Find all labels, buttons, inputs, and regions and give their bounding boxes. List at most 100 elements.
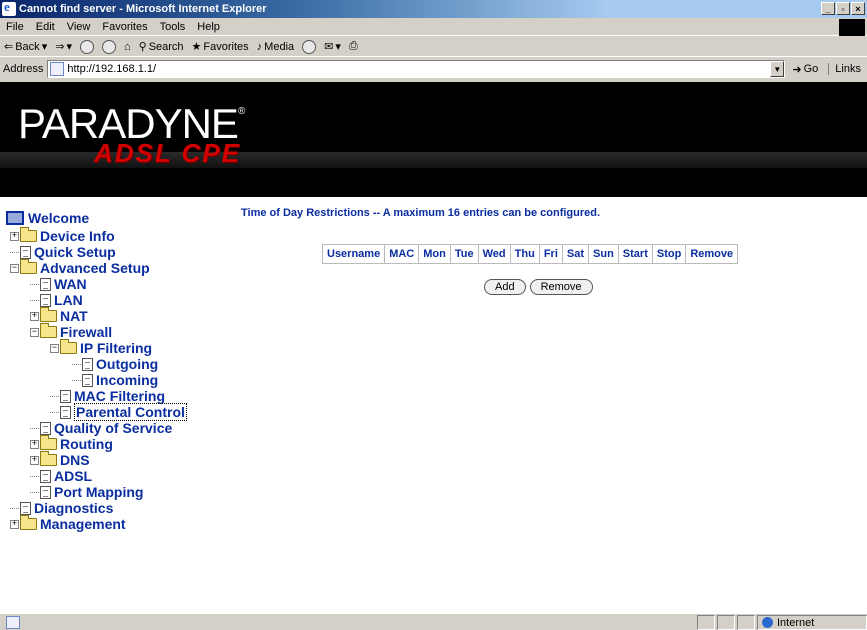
column-header: Mon xyxy=(418,244,451,264)
page-icon xyxy=(82,357,93,371)
window-title: Cannot find server - Microsoft Internet … xyxy=(19,3,267,15)
page-status-icon xyxy=(6,615,20,629)
nav-tree: Welcome + Device Info Quick Setup − Advanc… xyxy=(6,210,226,532)
history-icon xyxy=(302,39,317,54)
status-panes: Internet xyxy=(695,615,867,630)
address-bar: Address http://192.168.1.1/ ▼ ➜ Go Links xyxy=(0,58,867,80)
folder-open-icon xyxy=(40,323,57,338)
page-icon xyxy=(60,405,71,419)
nav-item-parental-control[interactable]: Parental Control xyxy=(6,403,226,421)
folder-icon xyxy=(40,307,57,322)
page-icon xyxy=(60,389,71,403)
menu-view[interactable]: View xyxy=(61,21,97,33)
menu-help[interactable]: Help xyxy=(191,21,226,33)
home-button[interactable]: ⌂ xyxy=(124,41,131,53)
favorites-button[interactable]: ★ Favorites xyxy=(192,40,249,54)
nav-item-routing[interactable]: + Routing xyxy=(6,435,226,452)
address-url: http://192.168.1.1/ xyxy=(67,63,157,75)
forward-button[interactable]: ⇒ ▾ xyxy=(55,40,72,53)
forward-arrow-icon: ⇒ xyxy=(55,41,65,53)
nav-item-dns[interactable]: + DNS xyxy=(6,451,226,468)
nav-item-ip-filtering[interactable]: − IP Filtering xyxy=(6,339,226,356)
nav-item-firewall[interactable]: − Firewall xyxy=(6,323,226,340)
collapse-icon[interactable]: − xyxy=(10,263,19,273)
column-header: Thu xyxy=(509,244,540,264)
page-icon xyxy=(40,421,51,435)
back-arrow-icon: ⇐ xyxy=(4,41,14,53)
nav-item-diagnostics[interactable]: Diagnostics xyxy=(6,500,226,516)
address-field[interactable]: http://192.168.1.1/ xyxy=(47,60,786,78)
table-header-row: Username MAC Mon Tue Wed Thu Fri Sat Sun… xyxy=(321,244,739,264)
page-icon xyxy=(40,277,51,291)
nav-item-welcome[interactable]: Welcome xyxy=(6,210,226,226)
nav-item-nat[interactable]: + NAT xyxy=(6,307,226,324)
windows-logo-icon xyxy=(839,19,865,36)
mail-button[interactable]: ✉ ▾ xyxy=(324,40,341,53)
nav-item-port-mapping[interactable]: Port Mapping xyxy=(6,484,226,500)
stop-button[interactable] xyxy=(79,39,94,54)
page-icon xyxy=(50,62,65,76)
monitor-icon xyxy=(6,211,24,225)
security-zone: Internet xyxy=(757,615,867,630)
add-button[interactable]: Add xyxy=(484,279,526,295)
media-icon: ♪ xyxy=(256,40,263,53)
header-banner: PARADYNE® ADSL CPE xyxy=(0,82,867,197)
page-icon xyxy=(82,373,93,387)
media-button[interactable]: ♪ Media xyxy=(257,41,294,53)
nav-item-lan[interactable]: LAN xyxy=(6,292,226,308)
nav-item-quick-setup[interactable]: Quick Setup xyxy=(6,244,226,260)
expand-icon[interactable]: + xyxy=(10,231,19,241)
minimize-button[interactable]: _ xyxy=(821,2,835,15)
stop-icon xyxy=(79,39,94,54)
expand-icon[interactable]: + xyxy=(30,439,39,449)
expand-icon[interactable]: + xyxy=(30,455,39,465)
menu-tools[interactable]: Tools xyxy=(154,21,192,33)
print-icon: ⎙ xyxy=(348,40,358,52)
nav-item-adsl[interactable]: ADSL xyxy=(6,468,226,484)
expand-icon[interactable]: + xyxy=(10,519,19,529)
collapse-icon[interactable]: − xyxy=(30,327,39,337)
links-button[interactable]: Links xyxy=(828,63,861,75)
page-icon xyxy=(20,245,31,259)
column-header: Stop xyxy=(651,244,687,264)
column-header: Wed xyxy=(477,244,511,264)
collapse-icon[interactable]: − xyxy=(50,343,59,353)
maximize-button[interactable]: ▫ xyxy=(836,2,850,15)
menu-file[interactable]: File xyxy=(0,21,30,33)
address-label: Address xyxy=(3,63,44,75)
folder-icon xyxy=(40,435,57,450)
history-button[interactable] xyxy=(302,39,317,54)
nav-item-management[interactable]: + Management xyxy=(6,515,226,532)
nav-item-incoming[interactable]: Incoming xyxy=(6,372,226,388)
action-buttons: Add Remove xyxy=(484,279,593,295)
page-icon xyxy=(40,485,51,499)
nav-item-advanced-setup[interactable]: − Advanced Setup xyxy=(6,259,226,276)
print-button[interactable]: ⎙ xyxy=(349,40,358,53)
remove-button[interactable]: Remove xyxy=(529,279,593,295)
go-button[interactable]: ➜ Go xyxy=(792,63,818,76)
expand-icon[interactable]: + xyxy=(30,311,39,321)
address-dropdown-button[interactable]: ▼ xyxy=(770,61,785,77)
nav-item-quality-of-service[interactable]: Quality of Service xyxy=(6,420,226,436)
column-header: MAC xyxy=(384,244,420,264)
search-icon: ⚲ xyxy=(138,41,147,53)
back-button[interactable]: ⇐ Back ▾ xyxy=(4,40,47,54)
nav-item-device-info[interactable]: + Device Info xyxy=(6,227,226,244)
column-header: Sun xyxy=(588,244,619,264)
mail-icon: ✉ xyxy=(324,41,334,53)
page-icon xyxy=(40,469,51,483)
menu-favorites[interactable]: Favorites xyxy=(96,21,153,33)
page-icon xyxy=(20,501,31,515)
column-header: Start xyxy=(617,244,653,264)
close-button[interactable]: × xyxy=(851,2,865,15)
search-button[interactable]: ⚲ Search xyxy=(138,40,184,54)
column-header: Remove xyxy=(685,244,739,264)
nav-item-mac-filtering[interactable]: MAC Filtering xyxy=(6,388,226,404)
nav-item-outgoing[interactable]: Outgoing xyxy=(6,356,226,372)
status-bar: Internet xyxy=(0,613,867,630)
refresh-button[interactable] xyxy=(101,39,116,54)
page-title: Time of Day Restrictions -- A maximum 16… xyxy=(241,207,601,219)
ie-icon xyxy=(2,0,16,16)
menu-edit[interactable]: Edit xyxy=(30,21,61,33)
nav-item-wan[interactable]: WAN xyxy=(6,276,226,292)
